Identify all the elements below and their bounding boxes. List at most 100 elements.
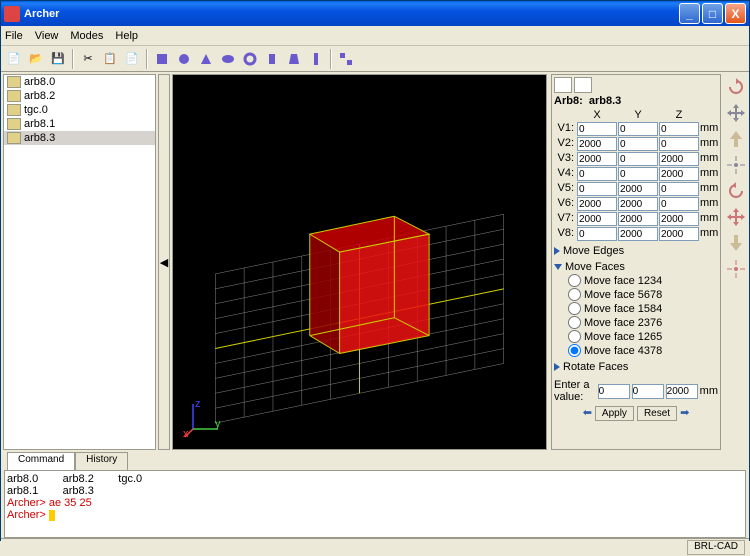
save-icon[interactable]: 💾: [48, 49, 68, 69]
vz-input[interactable]: [659, 227, 699, 241]
vz-input[interactable]: [659, 212, 699, 226]
vz-input[interactable]: [659, 167, 699, 181]
enter-x-input[interactable]: [598, 384, 630, 399]
vy-input[interactable]: [618, 227, 658, 241]
menu-file[interactable]: File: [5, 30, 23, 42]
center2-icon[interactable]: [725, 258, 747, 280]
axes-gizmo: z y x: [183, 399, 223, 439]
close-button[interactable]: X: [725, 3, 746, 24]
menu-modes[interactable]: Modes: [70, 30, 103, 42]
svg-text:z: z: [195, 399, 201, 410]
vx-input[interactable]: [577, 182, 617, 196]
maximize-button[interactable]: □: [702, 3, 723, 24]
vz-input[interactable]: [659, 137, 699, 151]
shape-pipe-icon[interactable]: [306, 49, 326, 69]
properties-panel: Arb8: arb8.3 XYZV1:mmV2:mmV3:mmV4:mmV5:m…: [551, 74, 721, 450]
shape-ell-icon[interactable]: [218, 49, 238, 69]
tree-item[interactable]: arb8.2: [4, 89, 155, 103]
vx-input[interactable]: [577, 167, 617, 181]
vz-input[interactable]: [659, 152, 699, 166]
svg-text:y: y: [215, 418, 221, 430]
face-radio-group: Move face 1234Move face 5678Move face 15…: [568, 274, 718, 357]
reset-button[interactable]: Reset: [637, 406, 677, 421]
vy-input[interactable]: [618, 182, 658, 196]
pan2-icon[interactable]: [725, 206, 747, 228]
shape-cone-icon[interactable]: [196, 49, 216, 69]
face-radio[interactable]: [568, 274, 581, 287]
prev-icon[interactable]: ⬅: [583, 406, 592, 421]
tree-item[interactable]: arb8.0: [4, 75, 155, 89]
next-icon[interactable]: ➡: [680, 406, 689, 421]
vy-input[interactable]: [618, 137, 658, 151]
prop-tab-2[interactable]: [574, 77, 592, 93]
object-icon: [7, 132, 21, 144]
prop-tab-1[interactable]: [554, 77, 572, 93]
tree-item[interactable]: arb8.3: [4, 131, 155, 145]
vx-input[interactable]: [577, 137, 617, 151]
face-radio[interactable]: [568, 316, 581, 329]
vy-input[interactable]: [618, 197, 658, 211]
object-name: Arb8: arb8.3: [554, 95, 718, 107]
console[interactable]: arb8.0 arb8.2 tgc.0 arb8.1 arb8.3 Archer…: [4, 470, 746, 538]
vertex-table: XYZV1:mmV2:mmV3:mmV4:mmV5:mmV6:mmV7:mmV8…: [554, 109, 718, 241]
cursor-icon: [49, 510, 55, 521]
enter-y-input[interactable]: [632, 384, 664, 399]
vz-input[interactable]: [659, 182, 699, 196]
shape-sph-icon[interactable]: [174, 49, 194, 69]
vy-input[interactable]: [618, 167, 658, 181]
vx-input[interactable]: [577, 122, 617, 136]
paste-icon[interactable]: 📄: [122, 49, 142, 69]
vz-input[interactable]: [659, 197, 699, 211]
vy-input[interactable]: [618, 212, 658, 226]
side-toolbar: [723, 72, 749, 452]
down-icon[interactable]: [725, 232, 747, 254]
rotate-cw-icon[interactable]: [725, 76, 747, 98]
face-radio[interactable]: [568, 344, 581, 357]
vy-input[interactable]: [618, 122, 658, 136]
toolbar: 📄 📂 💾 ✂ 📋 📄: [1, 46, 749, 72]
tab-command[interactable]: Command: [7, 452, 75, 470]
bottom-panel: Command History arb8.0 arb8.2 tgc.0 arb8…: [1, 452, 749, 538]
minimize-button[interactable]: _: [679, 3, 700, 24]
menubar: File View Modes Help: [1, 26, 749, 46]
comb-icon[interactable]: [336, 49, 356, 69]
enter-z-input[interactable]: [666, 384, 698, 399]
face-radio[interactable]: [568, 288, 581, 301]
open-icon[interactable]: 📂: [26, 49, 46, 69]
rotate-ccw-icon[interactable]: [725, 180, 747, 202]
collapse-left-handle[interactable]: ◀: [158, 74, 170, 450]
center-icon[interactable]: [725, 154, 747, 176]
vx-input[interactable]: [577, 197, 617, 211]
svg-text:x: x: [183, 428, 189, 439]
tree-item[interactable]: tgc.0: [4, 103, 155, 117]
object-icon: [7, 76, 21, 88]
section-move-faces[interactable]: Move Faces: [554, 261, 718, 273]
face-radio[interactable]: [568, 330, 581, 343]
vx-input[interactable]: [577, 212, 617, 226]
shape-arb8-icon[interactable]: [152, 49, 172, 69]
face-radio[interactable]: [568, 302, 581, 315]
pan-icon[interactable]: [725, 102, 747, 124]
shape-tor-icon[interactable]: [240, 49, 260, 69]
tree-item[interactable]: arb8.1: [4, 117, 155, 131]
menu-help[interactable]: Help: [115, 30, 138, 42]
vx-input[interactable]: [577, 227, 617, 241]
main-area: arb8.0arb8.2tgc.0arb8.1arb8.3 ◀: [1, 72, 749, 452]
cut-icon[interactable]: ✂: [78, 49, 98, 69]
apply-button[interactable]: Apply: [595, 406, 634, 421]
section-move-edges[interactable]: Move Edges: [554, 245, 718, 257]
vz-input[interactable]: [659, 122, 699, 136]
menu-view[interactable]: View: [35, 30, 59, 42]
new-icon[interactable]: 📄: [4, 49, 24, 69]
vx-input[interactable]: [577, 152, 617, 166]
copy-icon[interactable]: 📋: [100, 49, 120, 69]
object-icon: [7, 118, 21, 130]
shape-tgc-icon[interactable]: [284, 49, 304, 69]
viewport-3d[interactable]: z y x: [172, 74, 547, 450]
section-rotate-faces[interactable]: Rotate Faces: [554, 361, 718, 373]
shape-cyl-icon[interactable]: [262, 49, 282, 69]
enter-value-row: Enter a value: mm: [554, 379, 718, 403]
tab-history[interactable]: History: [75, 452, 128, 470]
up-icon[interactable]: [725, 128, 747, 150]
vy-input[interactable]: [618, 152, 658, 166]
